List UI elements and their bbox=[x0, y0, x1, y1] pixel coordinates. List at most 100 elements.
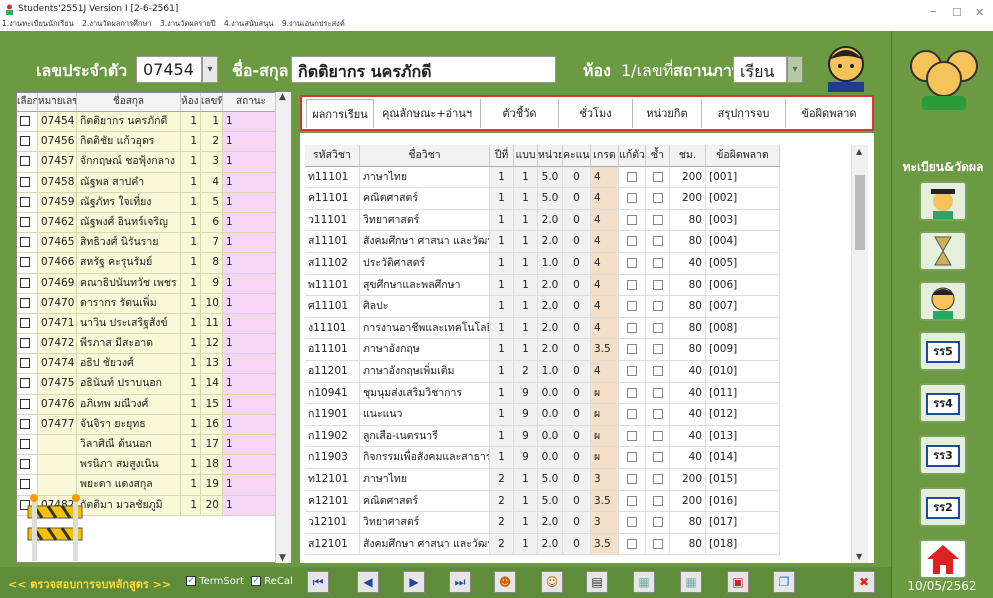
student-row[interactable]: 07475 อธินันท์ ปราบนอก 1 14 1 bbox=[17, 374, 291, 395]
tab-credits[interactable]: หน่วยกิต bbox=[633, 99, 702, 128]
repeat-checkbox[interactable] bbox=[646, 188, 670, 210]
retake-checkbox[interactable] bbox=[619, 166, 646, 189]
menu-yearly-assessment[interactable]: 3.งานวัดผลรายปี bbox=[160, 19, 216, 28]
retake-checkbox[interactable] bbox=[619, 274, 646, 297]
col-retake[interactable]: แก้ตัว bbox=[619, 145, 646, 167]
retake-checkbox[interactable] bbox=[619, 490, 646, 513]
student-row[interactable]: 07477 จันจิรา ยะยุทธ 1 16 1 bbox=[17, 414, 291, 435]
student-row[interactable]: พรนิภา สมสูงเนิน 1 18 1 bbox=[17, 455, 291, 476]
termsort-checkbox[interactable]: ✓ TermSort bbox=[186, 576, 244, 587]
grade-row[interactable]: ก10941 ชุมนุมส่งเสริมวิชาการ 1 9 0.0 0 ผ 40 [011… bbox=[305, 382, 850, 405]
grade-row[interactable]: ส11102 ประวัติศาสตร์ 1 1 1.0 0 4 40 [005] bbox=[305, 252, 850, 275]
retake-checkbox[interactable] bbox=[619, 188, 646, 210]
repeat-checkbox[interactable] bbox=[646, 166, 670, 189]
student-row[interactable]: 07459 ณัฐภัทร ใจเที่ยง 1 5 1 bbox=[17, 192, 291, 213]
student-id-field[interactable]: 07454 bbox=[136, 56, 202, 83]
next-record-button[interactable]: ▶ bbox=[403, 571, 425, 593]
select-checkbox[interactable] bbox=[17, 334, 38, 355]
retake-checkbox[interactable] bbox=[619, 533, 646, 556]
retake-checkbox[interactable] bbox=[619, 447, 646, 469]
select-checkbox[interactable] bbox=[17, 192, 38, 213]
grade-row[interactable]: อ11101 ภาษาอังกฤษ 1 1 2.0 0 3.5 80 [009] bbox=[305, 339, 850, 361]
grid-icon[interactable]: ▦ bbox=[680, 571, 702, 593]
retake-checkbox[interactable] bbox=[619, 317, 646, 340]
repeat-checkbox[interactable] bbox=[646, 317, 670, 340]
status-dropdown[interactable]: ▾ bbox=[787, 56, 803, 83]
status-field[interactable]: เรียน bbox=[733, 56, 787, 83]
repeat-checkbox[interactable] bbox=[646, 404, 670, 426]
minimize-button[interactable]: – bbox=[930, 4, 937, 19]
tab-indicators[interactable]: ตัวชี้วัด bbox=[481, 99, 559, 128]
repeat-checkbox[interactable] bbox=[646, 209, 670, 232]
retake-checkbox[interactable] bbox=[619, 231, 646, 253]
form-rr2-button[interactable]: รร2 bbox=[919, 487, 967, 527]
col-grade[interactable]: เกรด bbox=[591, 145, 619, 167]
select-checkbox[interactable] bbox=[17, 253, 38, 274]
close-form-button[interactable]: ✖ bbox=[853, 571, 875, 593]
repeat-checkbox[interactable] bbox=[646, 447, 670, 469]
select-checkbox[interactable] bbox=[17, 374, 38, 395]
form-rr4-button[interactable]: รร4 bbox=[919, 383, 967, 423]
student-row[interactable]: 07454 กิตติยากร นครภักดี 1 1 1 bbox=[17, 112, 291, 133]
grade-row[interactable]: ส12101 สังคมศึกษา ศาสนา และวัฒนธ 2 1 2.0 0 3.5… bbox=[305, 533, 850, 556]
student-row[interactable]: 07465 สิทธิวงศ์ นิรันราย 1 7 1 bbox=[17, 233, 291, 254]
col-type[interactable]: แบบ bbox=[514, 145, 538, 167]
select-checkbox[interactable] bbox=[17, 172, 38, 193]
menu-assessment[interactable]: 2.งานวัดผลการศึกษา bbox=[82, 19, 151, 28]
recal-checkbox[interactable]: ✓ ReCal bbox=[251, 576, 293, 587]
book-icon[interactable]: ❐ bbox=[773, 571, 795, 593]
student-row[interactable]: 07474 อธิป ชัยวงศ์ 1 13 1 bbox=[17, 354, 291, 375]
student-row[interactable]: 07472 พีรภาส มีสะอาด 1 12 1 bbox=[17, 334, 291, 355]
retake-checkbox[interactable] bbox=[619, 360, 646, 383]
select-checkbox[interactable] bbox=[17, 354, 38, 375]
grade-row[interactable]: ศ11101 ศิลปะ 1 1 2.0 0 4 80 [007] bbox=[305, 296, 850, 318]
select-checkbox[interactable] bbox=[17, 455, 38, 476]
student-row[interactable]: 07456 กิตติชัย แก้วอุดร 1 2 1 bbox=[17, 132, 291, 153]
student-user-icon[interactable]: ☻ bbox=[494, 571, 516, 593]
repeat-checkbox[interactable] bbox=[646, 382, 670, 405]
retake-checkbox[interactable] bbox=[619, 339, 646, 361]
menu-misc[interactable]: 9.งานเอนกประสงค์ bbox=[282, 19, 345, 28]
home-icon[interactable] bbox=[919, 539, 967, 579]
retake-checkbox[interactable] bbox=[619, 468, 646, 491]
student-row[interactable]: 07466 สหรัฐ คะรุนรัมย์ 1 8 1 bbox=[17, 253, 291, 274]
tab-characteristics[interactable]: คุณลักษณะ+อ่านฯ bbox=[374, 99, 481, 128]
retake-checkbox[interactable] bbox=[619, 382, 646, 405]
grades-scrollbar[interactable]: ▲ ▼ bbox=[851, 145, 868, 563]
student-row[interactable]: 07471 นาวิน ประเสริฐสังข์ 1 11 1 bbox=[17, 313, 291, 335]
retake-checkbox[interactable] bbox=[619, 296, 646, 318]
repeat-checkbox[interactable] bbox=[646, 360, 670, 383]
select-checkbox[interactable] bbox=[17, 394, 38, 415]
repeat-checkbox[interactable] bbox=[646, 296, 670, 318]
col-id[interactable]: หมายเลข bbox=[38, 93, 77, 111]
tab-errors[interactable]: ข้อผิดพลาด bbox=[786, 99, 872, 128]
student-id-dropdown[interactable]: ▾ bbox=[202, 56, 218, 83]
col-select[interactable]: เลือก bbox=[17, 93, 38, 111]
retake-checkbox[interactable] bbox=[619, 512, 646, 534]
grade-row[interactable]: ค11101 คณิตศาสตร์ 1 1 5.0 0 4 200 [002] bbox=[305, 188, 850, 210]
student-row[interactable]: 07462 ณัฐพงศ์ อินทร์เจริญ 1 6 1 bbox=[17, 212, 291, 234]
grade-row[interactable]: ว12101 วิทยาศาสตร์ 2 1 2.0 0 3 80 [017] bbox=[305, 512, 850, 534]
col-number[interactable]: เลขที่ bbox=[201, 93, 223, 111]
col-score[interactable]: คะแนน bbox=[563, 145, 591, 167]
select-checkbox[interactable] bbox=[17, 132, 38, 153]
repeat-checkbox[interactable] bbox=[646, 252, 670, 275]
tab-hours[interactable]: ชั่วโมง bbox=[559, 99, 633, 128]
maximize-button[interactable]: ☐ bbox=[952, 6, 962, 19]
col-room[interactable]: ห้อง bbox=[181, 93, 201, 111]
teacher-icon[interactable] bbox=[919, 281, 967, 321]
grade-row[interactable]: ง11101 การงานอาชีพและเทคโนโลยี 1 1 2.0 0 4 80 [0… bbox=[305, 317, 850, 340]
grade-row[interactable]: ก11901 แนะแนว 1 9 0.0 0 ผ 40 [012] bbox=[305, 404, 850, 426]
retake-checkbox[interactable] bbox=[619, 252, 646, 275]
menu-support[interactable]: 4.งานสนับสนุน bbox=[224, 19, 273, 28]
repeat-checkbox[interactable] bbox=[646, 231, 670, 253]
select-checkbox[interactable] bbox=[17, 152, 38, 173]
grade-row[interactable]: ส11101 สังคมศึกษา ศาสนา และวัฒนธ 1 1 2.0 0 4 80… bbox=[305, 231, 850, 253]
report-icon[interactable]: ▣ bbox=[727, 571, 749, 593]
select-checkbox[interactable] bbox=[17, 313, 38, 335]
student-row[interactable]: 07458 ณัฐพล สาปคำ 1 4 1 bbox=[17, 172, 291, 193]
retake-checkbox[interactable] bbox=[619, 209, 646, 232]
repeat-checkbox[interactable] bbox=[646, 512, 670, 534]
last-record-button[interactable]: ⏭ bbox=[449, 571, 471, 593]
col-hours[interactable]: ชม. bbox=[670, 145, 706, 167]
